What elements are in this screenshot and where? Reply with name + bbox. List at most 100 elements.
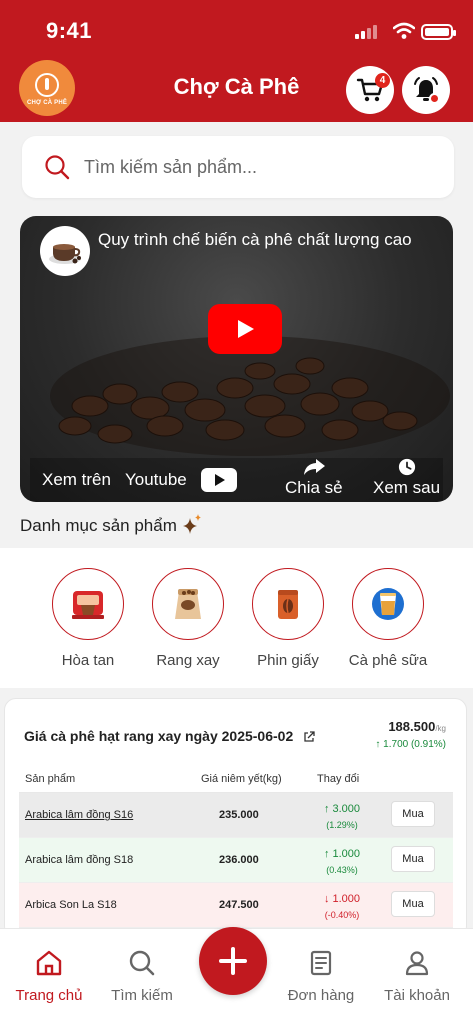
notification-dot xyxy=(429,93,440,104)
search-bar[interactable] xyxy=(22,136,454,198)
product-name[interactable]: Arabica lâm đồng S18 xyxy=(25,854,133,866)
category-list: Hòa tan Rang xay Phin giấy Cà phê sữa xyxy=(0,548,473,688)
watch-on-youtube[interactable]: Xem trên Youtube xyxy=(42,468,237,492)
clock-icon xyxy=(398,458,415,476)
app-header: 9:41 CHỢ CÀ PHÊ Chợ Cà Phê 4 xyxy=(0,0,473,122)
channel-avatar[interactable] xyxy=(40,226,90,276)
table-row: Arabica lâm đồng S18 236.000 ↑ 1.000 (0.… xyxy=(19,838,453,883)
nav-label: Tìm kiếm xyxy=(111,987,173,1004)
external-link-icon[interactable] xyxy=(303,731,315,743)
search-input[interactable] xyxy=(84,156,414,178)
notification-button[interactable] xyxy=(402,66,450,114)
share-button[interactable]: Chia sẻ xyxy=(285,458,343,498)
nav-label: Đơn hàng xyxy=(287,987,355,1004)
buy-button[interactable]: Mua xyxy=(391,801,435,827)
watch-later-button[interactable]: Xem sau xyxy=(373,458,440,498)
table-row: Arabica lâm đồng S16 235.000 ↑ 3.000 (1.… xyxy=(19,793,453,838)
product-change: ↑ 3.000 (1.29%) xyxy=(317,801,367,833)
category-item-rang-xay[interactable]: Rang xay xyxy=(143,568,233,669)
video-action-bar: Xem trên Youtube Chia sẻ Xem sau xyxy=(30,458,443,502)
column-header-product: Sản phẩm xyxy=(25,773,76,785)
instant-coffee-icon xyxy=(72,591,104,619)
category-label: Phin giấy xyxy=(257,652,319,669)
coffee-bag-icon xyxy=(175,589,201,619)
share-label: Chia sẻ xyxy=(285,478,343,497)
product-price: 235.000 xyxy=(219,809,259,821)
price-card-title-text: Giá cà phê hạt rang xay ngày 2025-06-02 xyxy=(24,728,294,744)
nav-item-orders[interactable]: Đơn hàng xyxy=(276,949,366,1004)
battery-icon xyxy=(421,24,456,40)
nav-item-search[interactable]: Tìm kiếm xyxy=(97,949,187,1004)
sparkle-icon xyxy=(182,514,201,534)
video-title[interactable]: Quy trình chế biến cà phê chất lượng cao xyxy=(98,230,412,250)
bottom-navigation: Trang chủ Tìm kiếm Đơn hàng Tài khoản xyxy=(0,927,473,1024)
cart-badge: 4 xyxy=(375,73,390,88)
product-change: ↑ 1.000 (0.43%) xyxy=(317,846,367,878)
buy-button[interactable]: Mua xyxy=(391,891,435,917)
home-icon xyxy=(36,950,62,976)
nav-item-account[interactable]: Tài khoản xyxy=(372,949,462,1004)
category-label: Rang xay xyxy=(156,652,220,669)
category-circle xyxy=(252,568,324,640)
change-percent: (-0.40%) xyxy=(324,910,360,920)
signal-icon xyxy=(355,25,377,39)
category-label: Cà phê sữa xyxy=(348,652,428,669)
price-value: 188.500 xyxy=(388,719,436,734)
price-change: ↑ 1.700 (0.91%) xyxy=(375,739,446,750)
column-header-price: Giá niêm yết(kg) xyxy=(201,773,282,785)
category-item-ca-phe-sua[interactable]: Cà phê sữa xyxy=(343,568,433,669)
coffee-cup-icon xyxy=(49,244,81,264)
nav-label: Tài khoản xyxy=(384,987,450,1004)
product-name[interactable]: Arbica Son La S18 xyxy=(25,899,117,911)
price-card-title[interactable]: Giá cà phê hạt rang xay ngày 2025-06-02 xyxy=(24,728,315,744)
share-icon xyxy=(303,459,325,475)
column-header-change: Thay đổi xyxy=(317,773,360,785)
product-name[interactable]: Arabica lâm đồng S16 xyxy=(25,809,133,821)
price-table: Sản phẩm Giá niêm yết(kg) Thay đổi Arabi… xyxy=(19,765,453,928)
search-icon xyxy=(45,155,70,180)
section-title-categories: Danh mục sản phẩm xyxy=(20,514,202,536)
orders-icon xyxy=(310,950,332,976)
play-icon xyxy=(238,320,254,338)
change-value: ↑ 3.000 xyxy=(323,803,361,815)
current-price: 188.500/kg xyxy=(388,719,446,734)
play-button[interactable] xyxy=(208,304,282,354)
cart-button[interactable]: 4 xyxy=(346,66,394,114)
nav-item-home[interactable]: Trang chủ xyxy=(4,949,94,1004)
price-card: Giá cà phê hạt rang xay ngày 2025-06-02 … xyxy=(4,698,467,938)
add-button[interactable] xyxy=(199,927,267,995)
watch-later-label: Xem sau xyxy=(373,478,441,497)
youtube-logo-icon xyxy=(200,468,237,492)
categories-title-text: Danh mục sản phẩm xyxy=(20,516,177,535)
category-item-hoa-tan[interactable]: Hòa tan xyxy=(43,568,133,669)
change-percent: (0.43%) xyxy=(326,865,358,875)
account-icon xyxy=(405,951,429,976)
change-value: ↓ 1.000 xyxy=(323,893,361,905)
price-unit: /kg xyxy=(435,724,446,733)
youtube-label: Youtube xyxy=(124,470,187,489)
drip-bag-icon xyxy=(278,590,298,619)
wifi-icon xyxy=(393,22,415,39)
category-circle xyxy=(352,568,424,640)
table-header: Sản phẩm Giá niêm yết(kg) Thay đổi xyxy=(19,765,453,793)
table-row: Arbica Son La S18 247.500 ↓ 1.000 (-0.40… xyxy=(19,883,453,928)
watch-on-label: Xem trên xyxy=(42,470,111,489)
product-change: ↓ 1.000 (-0.40%) xyxy=(317,891,367,923)
category-circle xyxy=(52,568,124,640)
category-label: Hòa tan xyxy=(61,652,115,669)
status-time: 9:41 xyxy=(46,18,93,43)
product-price: 247.500 xyxy=(219,899,259,911)
logo-text: CHỢ CÀ PHÊ xyxy=(26,99,68,106)
video-player[interactable]: Quy trình chế biến cà phê chất lượng cao… xyxy=(20,216,453,502)
category-item-phin-giay[interactable]: Phin giấy xyxy=(243,568,333,669)
change-value: ↑ 1.000 xyxy=(323,848,361,860)
search-icon xyxy=(129,950,155,976)
milk-coffee-icon xyxy=(372,588,404,620)
status-bar: 9:41 xyxy=(0,18,473,46)
change-percent: (1.29%) xyxy=(326,820,358,830)
product-price: 236.000 xyxy=(219,854,259,866)
plus-icon xyxy=(219,947,247,975)
buy-button[interactable]: Mua xyxy=(391,846,435,872)
nav-label: Trang chủ xyxy=(15,987,83,1004)
category-circle xyxy=(152,568,224,640)
